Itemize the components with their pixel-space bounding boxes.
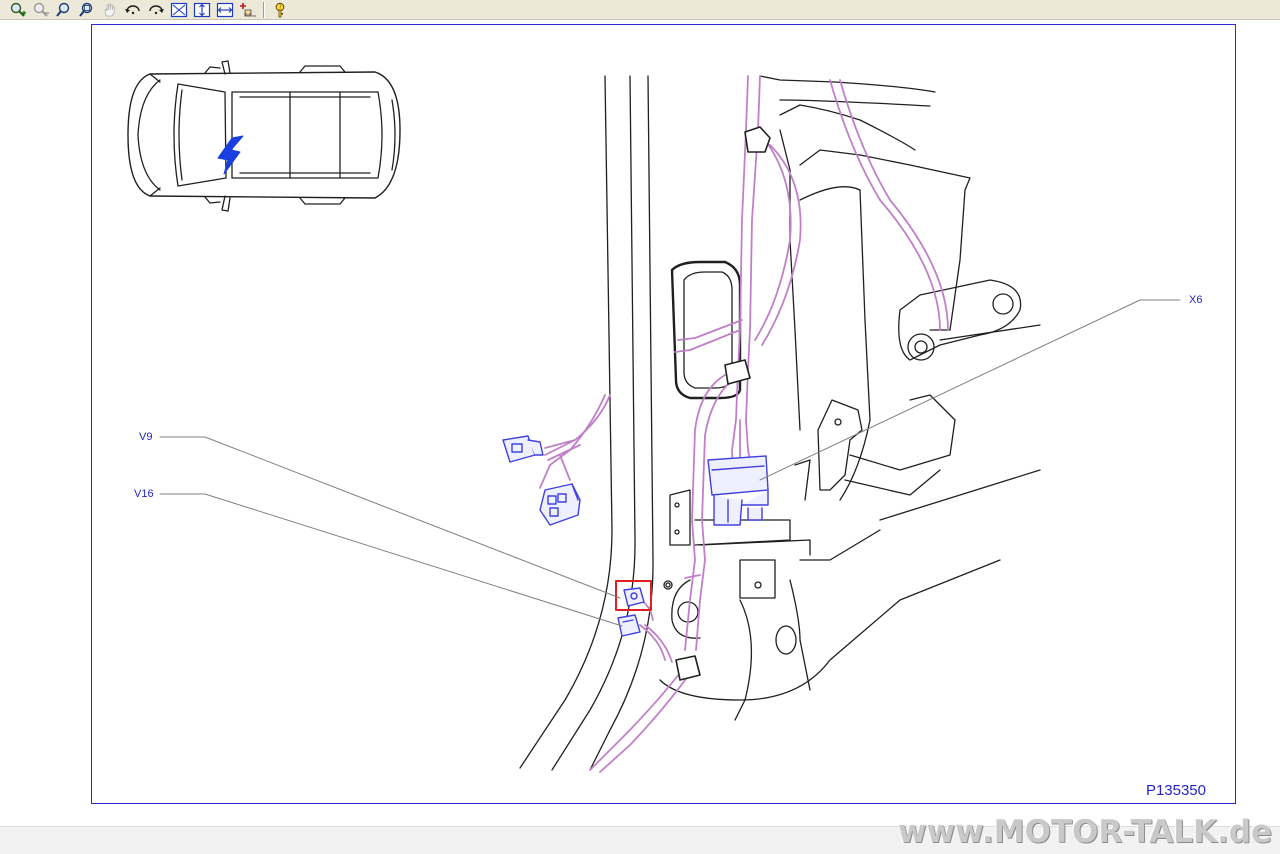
callout-v9: V9 xyxy=(139,431,153,443)
watermark: www.MOTOR-TALK.de xyxy=(897,814,1272,850)
callout-leader-lines xyxy=(159,299,1181,627)
car-locator-diagram xyxy=(127,60,401,212)
body-structure xyxy=(519,75,1041,771)
connector-lower-left xyxy=(539,483,581,526)
callout-x6: X6 xyxy=(1189,294,1203,306)
callout-v16: V16 xyxy=(134,488,154,500)
diagram-reference-id: P135350 xyxy=(1145,782,1206,799)
connector-upper-left xyxy=(502,435,544,463)
location-arrow-icon xyxy=(217,135,244,175)
connector-v9 xyxy=(623,587,645,607)
wiring-harness xyxy=(539,75,949,773)
connector-x6 xyxy=(707,455,769,526)
wiring-diagram xyxy=(127,60,1181,773)
